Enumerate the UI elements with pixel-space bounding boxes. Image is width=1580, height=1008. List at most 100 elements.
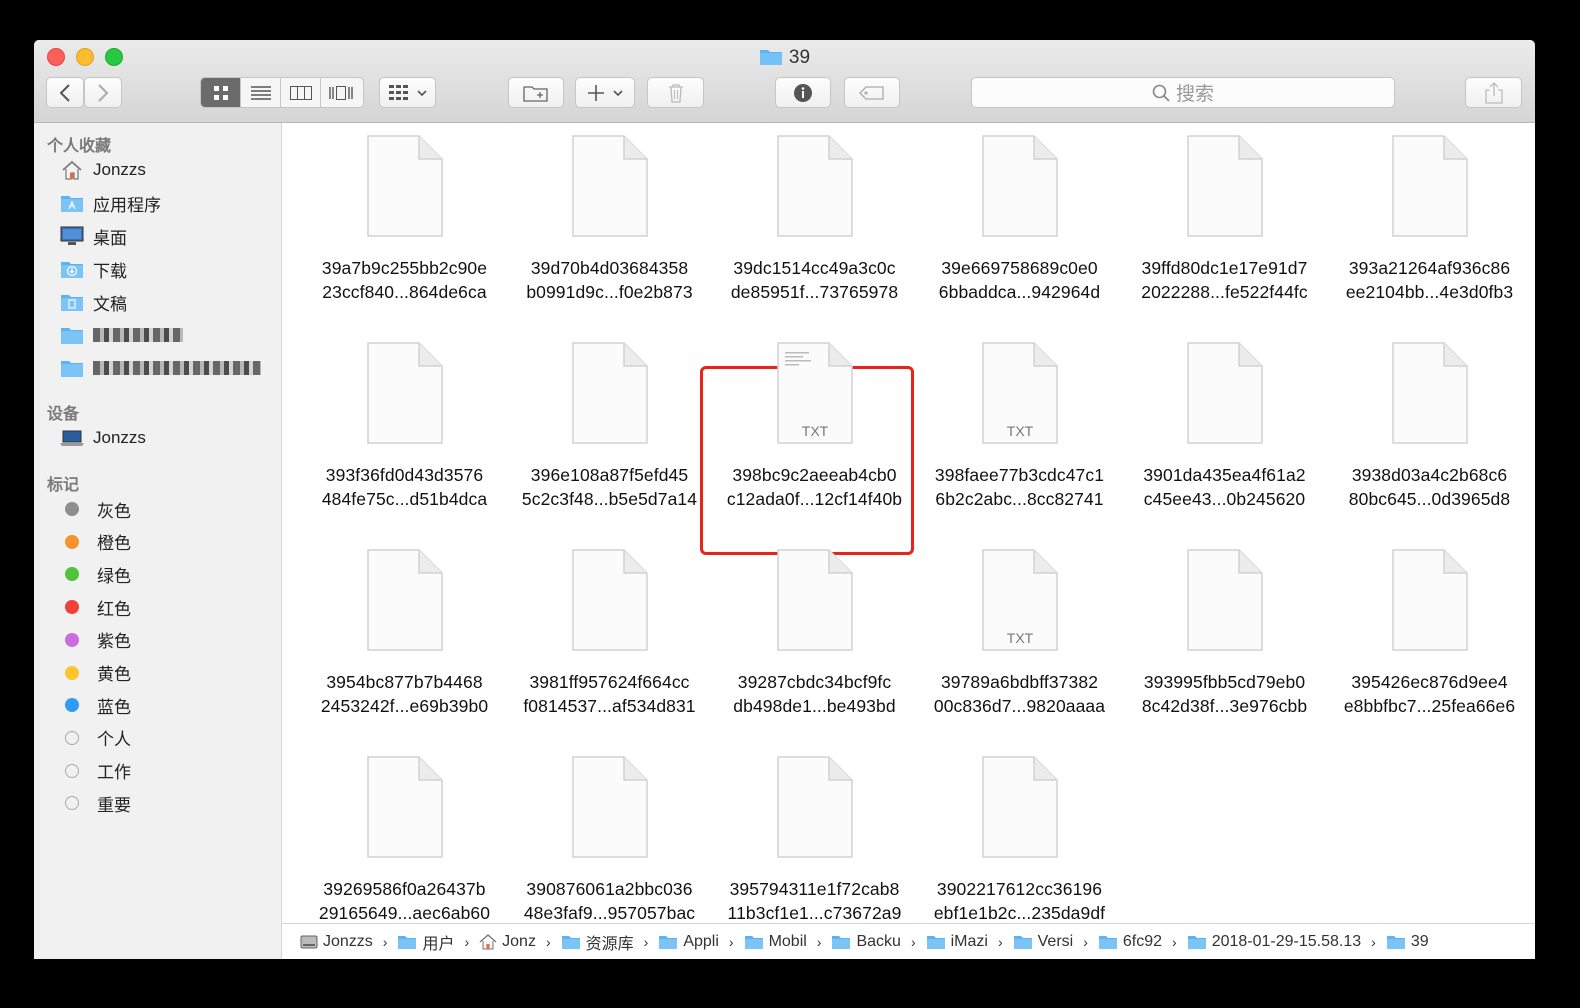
file-item[interactable]: TXT 39789a6bdbff37382 00c836d7...9820aaaa — [917, 549, 1122, 718]
tag-color-dot-icon — [65, 600, 79, 615]
path-segment[interactable]: Appli — [658, 933, 719, 951]
file-item[interactable]: 395794311e1f72cab8 11b3cf1e1...c73672a9 — [712, 756, 917, 925]
file-item[interactable]: 3981ff957624f664cc f0814537...af534d831 — [507, 549, 712, 718]
file-item[interactable]: 393995fbb5cd79eb0 8c42d38f...3e976cbb — [1122, 549, 1327, 718]
sidebar-item-label: 工作 — [97, 763, 131, 783]
get-info-button[interactable] — [775, 77, 831, 108]
document-icon — [1391, 549, 1468, 651]
file-name-line1: 398faee77b3cdc47c1 — [934, 465, 1105, 485]
tag-color-dot-icon — [65, 698, 79, 713]
file-name-line1: 393f36fd0d43d3576 — [325, 465, 484, 485]
icon-view-button[interactable] — [201, 78, 241, 107]
chevron-down-icon — [416, 89, 427, 96]
path-segment[interactable]: 用户 — [397, 930, 454, 954]
list-view-button[interactable] — [241, 78, 281, 107]
column-view-button[interactable] — [281, 78, 321, 107]
file-item[interactable]: 3901da435ea4f61a2 c45ee43...0b245620 — [1122, 342, 1327, 511]
file-name: 3954bc877b7b4468 2453242f...e69b39b0 — [302, 670, 507, 718]
tag-color-dot-icon — [65, 796, 79, 811]
chevron-right-icon — [98, 83, 109, 102]
file-item[interactable]: 39d70b4d03684358 b0991d9c...f0e2b873 — [507, 135, 712, 304]
file-name-line2: 80bc645...0d3965d8 — [1348, 489, 1511, 509]
file-item[interactable]: 39287cbdc34bcf9fc db498de1...be493bd — [712, 549, 917, 718]
search-field[interactable]: 搜索 — [971, 77, 1395, 108]
file-item[interactable]: 39269586f0a26437b 29165649...aec6ab60 — [302, 756, 507, 925]
sidebar-tag-item[interactable]: 紫色 — [60, 627, 131, 653]
gallery-view-icon — [329, 85, 353, 100]
file-name-line2: 2453242f...e69b39b0 — [320, 696, 489, 716]
sidebar-item-downloads[interactable]: 下载 — [60, 256, 127, 282]
path-segment[interactable]: Jonzzs — [300, 933, 373, 951]
sidebar-tag-item[interactable]: 工作 — [60, 758, 131, 784]
folder-icon — [744, 934, 764, 950]
file-item[interactable]: 395426ec876d9ee4 e8bbfbc7...25fea66e6 — [1327, 549, 1532, 718]
sidebar-tag-item[interactable]: 个人 — [60, 725, 131, 751]
sidebar-item-documents[interactable]: 文稿 — [60, 289, 127, 315]
file-item[interactable]: 39a7b9c255bb2c90e 23ccf840...864de6ca — [302, 135, 507, 304]
forward-button[interactable] — [84, 77, 122, 108]
file-item[interactable]: 393f36fd0d43d3576 484fe75c...d51b4dca — [302, 342, 507, 511]
file-name: 3901da435ea4f61a2 c45ee43...0b245620 — [1122, 463, 1327, 511]
search-icon — [1152, 84, 1170, 102]
path-segment[interactable]: 资源库 — [561, 930, 634, 954]
sidebar-item-folder-redacted-2[interactable] — [60, 355, 261, 381]
arrange-button[interactable] — [379, 77, 436, 108]
file-item[interactable]: 3902217612cc36196 ebf1e1b2c...235da9df — [917, 756, 1122, 925]
gallery-view-button[interactable] — [321, 78, 361, 107]
sidebar-item-home[interactable]: Jonzzs — [60, 157, 146, 183]
sidebar-tag-item[interactable]: 黄色 — [60, 660, 131, 686]
folder-icon — [60, 324, 84, 346]
path-segment[interactable]: Versi — [1013, 933, 1073, 951]
sidebar-item-label: 红色 — [97, 599, 131, 619]
file-name-line2: b0991d9c...f0e2b873 — [526, 282, 693, 302]
file-item[interactable]: TXT 398bc9c2aeeab4cb0 c12ada0f...12cf14f40… — [712, 342, 917, 511]
sidebar-tag-item[interactable]: 灰色 — [60, 496, 131, 522]
share-button[interactable] — [1465, 77, 1522, 108]
path-segment[interactable]: 39 — [1386, 933, 1429, 951]
path-segment[interactable]: Mobil — [744, 933, 807, 951]
trash-button[interactable] — [647, 77, 704, 108]
share-icon — [1484, 81, 1503, 104]
path-segment[interactable]: iMazi — [926, 933, 988, 951]
file-item[interactable]: 3938d03a4c2b68c6 80bc645...0d3965d8 — [1327, 342, 1532, 511]
sidebar-item-folder-redacted-1[interactable] — [60, 322, 183, 348]
sidebar-item-device-jonzzs[interactable]: Jonzzs — [60, 425, 146, 451]
document-icon — [571, 756, 648, 858]
new-folder-button[interactable] — [508, 77, 564, 108]
file-item[interactable]: 390876061a2bbc036 48e3faf9...957057bac — [507, 756, 712, 925]
file-item[interactable]: TXT 398faee77b3cdc47c1 6b2c2abc...8cc82741 — [917, 342, 1122, 511]
file-item[interactable]: 39e669758689c0e0 6bbaddca...942964d — [917, 135, 1122, 304]
sidebar-tag-item[interactable]: 蓝色 — [60, 692, 131, 718]
path-segment[interactable]: Backu — [831, 933, 901, 951]
path-segment[interactable]: 2018-01-29-15.58.13 — [1187, 933, 1361, 951]
file-name-line1: 396e108a87f5efd45 — [530, 465, 689, 485]
path-segment[interactable]: Jonz — [479, 933, 536, 951]
document-icon — [366, 342, 443, 444]
toolbar: 39 搜索 — [34, 40, 1535, 123]
path-segment-label: 6fc92 — [1122, 932, 1163, 950]
sidebar-item-applications[interactable]: 应用程序 — [60, 190, 161, 216]
back-button[interactable] — [46, 77, 84, 108]
file-name: 39dc1514cc49a3c0c de85951f...73765978 — [712, 256, 917, 304]
add-button[interactable] — [575, 77, 635, 108]
file-name-line2: 11b3cf1e1...c73672a9 — [727, 903, 902, 923]
folder-icon — [60, 357, 84, 379]
file-item[interactable]: 39dc1514cc49a3c0c de85951f...73765978 — [712, 135, 917, 304]
sidebar-tag-item[interactable]: 绿色 — [60, 561, 131, 587]
tags-button[interactable] — [844, 77, 900, 108]
file-item[interactable]: 396e108a87f5efd45 5c2c3f48...b5e5d7a14 — [507, 342, 712, 511]
sidebar-tag-item[interactable]: 重要 — [60, 790, 131, 816]
file-item[interactable]: 39ffd80dc1e17e91d7 2022288...fe522f44fc — [1122, 135, 1327, 304]
file-name: 39287cbdc34bcf9fc db498de1...be493bd — [712, 670, 917, 718]
sidebar-tag-item[interactable]: 橙色 — [60, 529, 131, 555]
sidebar-tag-item[interactable]: 红色 — [60, 594, 131, 620]
sidebar-item-desktop[interactable]: 桌面 — [60, 223, 127, 249]
document-icon — [776, 756, 853, 858]
file-type-badge: TXT — [1006, 423, 1033, 439]
folder-icon — [1013, 934, 1033, 950]
path-segment[interactable]: 6fc92 — [1098, 933, 1162, 951]
file-item[interactable]: 393a21264af936c86 ee2104bb...4e3d0fb3 — [1327, 135, 1532, 304]
file-name-line2: c45ee43...0b245620 — [1143, 489, 1306, 509]
file-item[interactable]: 3954bc877b7b4468 2453242f...e69b39b0 — [302, 549, 507, 718]
file-name-line2: e8bbfbc7...25fea66e6 — [1343, 696, 1516, 716]
